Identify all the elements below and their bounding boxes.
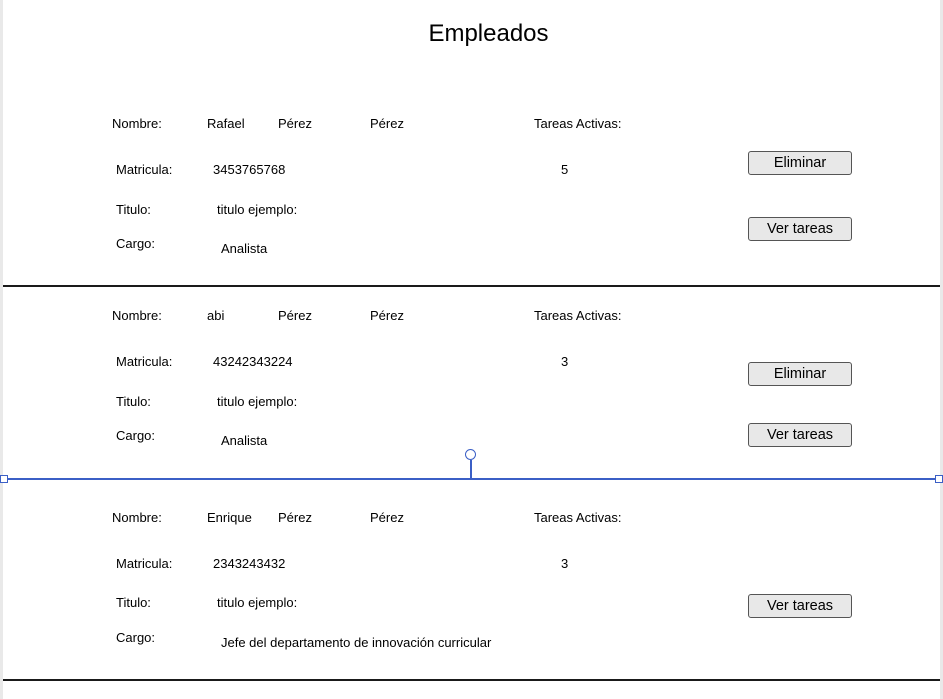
employee-matricula: 2343243432	[213, 556, 286, 571]
employee-first-name: Rafael	[207, 116, 245, 131]
employee-titulo: titulo ejemplo:	[217, 595, 298, 610]
tareas-activas-label: Tareas Activas:	[534, 510, 622, 525]
eliminar-button[interactable]: Eliminar	[748, 362, 852, 386]
resize-handle-right[interactable]	[935, 475, 943, 483]
cargo-label: Cargo:	[116, 428, 156, 443]
ver-tareas-button[interactable]: Ver tareas	[748, 423, 852, 447]
employee-maternal-surname: Pérez	[370, 308, 404, 323]
tareas-activas-label: Tareas Activas:	[534, 308, 622, 323]
employee-titulo: titulo ejemplo:	[217, 202, 298, 217]
employee-maternal-surname: Pérez	[370, 116, 404, 131]
eliminar-button[interactable]: Eliminar	[748, 151, 852, 175]
rotate-handle[interactable]	[465, 449, 476, 460]
employee-matricula: 43242343224	[213, 354, 293, 369]
titulo-label: Titulo:	[116, 394, 151, 409]
titulo-label: Titulo:	[116, 595, 151, 610]
page-title: Empleados	[428, 20, 549, 47]
tareas-activas-count: 5	[561, 162, 569, 177]
card-divider	[3, 679, 940, 681]
resize-handle-left[interactable]	[0, 475, 8, 483]
tareas-activas-count: 3	[561, 354, 569, 369]
matricula-label: Matricula:	[116, 162, 173, 177]
ver-tareas-button[interactable]: Ver tareas	[748, 217, 852, 241]
cargo-label: Cargo:	[116, 630, 156, 645]
titulo-label: Titulo:	[116, 202, 151, 217]
nombre-label: Nombre:	[112, 308, 162, 323]
nombre-label: Nombre:	[112, 116, 162, 131]
employee-titulo: titulo ejemplo:	[217, 394, 298, 409]
employee-cargo: Analista	[221, 433, 268, 448]
tareas-activas-label: Tareas Activas:	[534, 116, 622, 131]
ver-tareas-button[interactable]: Ver tareas	[748, 594, 852, 618]
employee-maternal-surname: Pérez	[370, 510, 404, 525]
canvas-left-edge	[0, 0, 3, 699]
employee-first-name: Enrique	[207, 510, 252, 525]
employee-cargo: Jefe del departamento de innovación curr…	[221, 635, 492, 650]
rotate-handle-stem	[470, 460, 472, 479]
matricula-label: Matricula:	[116, 556, 173, 571]
cargo-label: Cargo:	[116, 236, 156, 251]
employee-paternal-surname: Pérez	[278, 116, 312, 131]
employee-matricula: 3453765768	[213, 162, 286, 177]
employee-paternal-surname: Pérez	[278, 510, 312, 525]
matricula-label: Matricula:	[116, 354, 173, 369]
employee-first-name: abi	[207, 308, 225, 323]
card-divider	[3, 285, 940, 287]
employee-list-canvas: Empleados Nombre: Rafael Pérez Pérez Tar…	[0, 0, 943, 699]
nombre-label: Nombre:	[112, 510, 162, 525]
employee-cargo: Analista	[221, 241, 268, 256]
employee-paternal-surname: Pérez	[278, 308, 312, 323]
tareas-activas-count: 3	[561, 556, 569, 571]
